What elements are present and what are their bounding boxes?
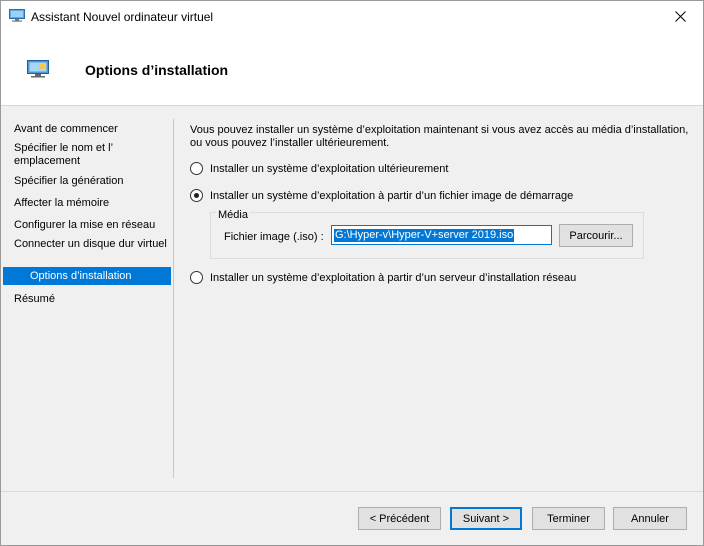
page-title: Options d’installation	[85, 62, 229, 78]
nav-item-nom-emplacement[interactable]: Spécifier le nom et l’ emplacement	[3, 142, 171, 168]
option-label: Installer un système d’exploitation à pa…	[210, 271, 577, 284]
option-install-from-image[interactable]: Installer un système d’exploitation à pa…	[190, 189, 573, 202]
window-title: Assistant Nouvel ordinateur virtuel	[31, 10, 214, 24]
nav-item-reseau[interactable]: Configurer la mise en réseau	[3, 219, 171, 232]
sidebar-divider	[173, 119, 174, 478]
wizard-header: Options d’installation	[1, 31, 703, 105]
iso-field-label: Fichier image (.iso) :	[224, 231, 324, 243]
browse-button[interactable]: Parcourir...	[559, 224, 633, 247]
wizard-steps-nav: Avant de commencer Spécifier le nom et l…	[1, 106, 173, 478]
wizard-footer: < Précédent Suivant > Terminer Annuler	[1, 492, 703, 545]
wizard-window: Assistant Nouvel ordinateur virtuel Opti…	[0, 0, 704, 546]
nav-item-generation[interactable]: Spécifier la génération	[3, 175, 171, 188]
radio-button[interactable]	[190, 271, 203, 284]
option-install-from-network[interactable]: Installer un système d’exploitation à pa…	[190, 271, 576, 284]
description-text: Vous pouvez installer un système d’explo…	[190, 124, 689, 149]
iso-path-input[interactable]: G:\Hyper-v\Hyper-V+server 2019.iso	[331, 225, 552, 245]
option-label: Installer un système d’exploitation ulté…	[210, 162, 449, 175]
cancel-button[interactable]: Annuler	[613, 507, 687, 530]
option-label: Installer un système d’exploitation à pa…	[210, 189, 574, 202]
virtual-machine-icon	[27, 60, 49, 78]
radio-button-selected[interactable]	[190, 189, 203, 202]
iso-path-value: G:\Hyper-v\Hyper-V+server 2019.iso	[334, 229, 515, 242]
close-button[interactable]	[657, 1, 703, 31]
close-icon	[674, 10, 686, 22]
nav-item-memoire[interactable]: Affecter la mémoire	[3, 197, 171, 210]
hyper-v-app-icon	[9, 9, 25, 22]
next-button[interactable]: Suivant >	[450, 507, 522, 530]
radio-button[interactable]	[190, 162, 203, 175]
title-bar: Assistant Nouvel ordinateur virtuel	[1, 1, 703, 31]
finish-button[interactable]: Terminer	[532, 507, 605, 530]
previous-button[interactable]: < Précédent	[358, 507, 441, 530]
nav-item-avant-de-commencer[interactable]: Avant de commencer	[3, 123, 171, 136]
nav-item-disque-dur[interactable]: Connecter un disque dur virtuel	[3, 238, 171, 251]
option-install-later[interactable]: Installer un système d’exploitation ulté…	[190, 162, 448, 175]
nav-item-resume[interactable]: Résumé	[3, 293, 171, 306]
wizard-body: Avant de commencer Spécifier le nom et l…	[1, 106, 703, 491]
media-legend: Média	[216, 209, 250, 221]
nav-item-options-installation[interactable]: Options d’installation	[3, 267, 171, 285]
